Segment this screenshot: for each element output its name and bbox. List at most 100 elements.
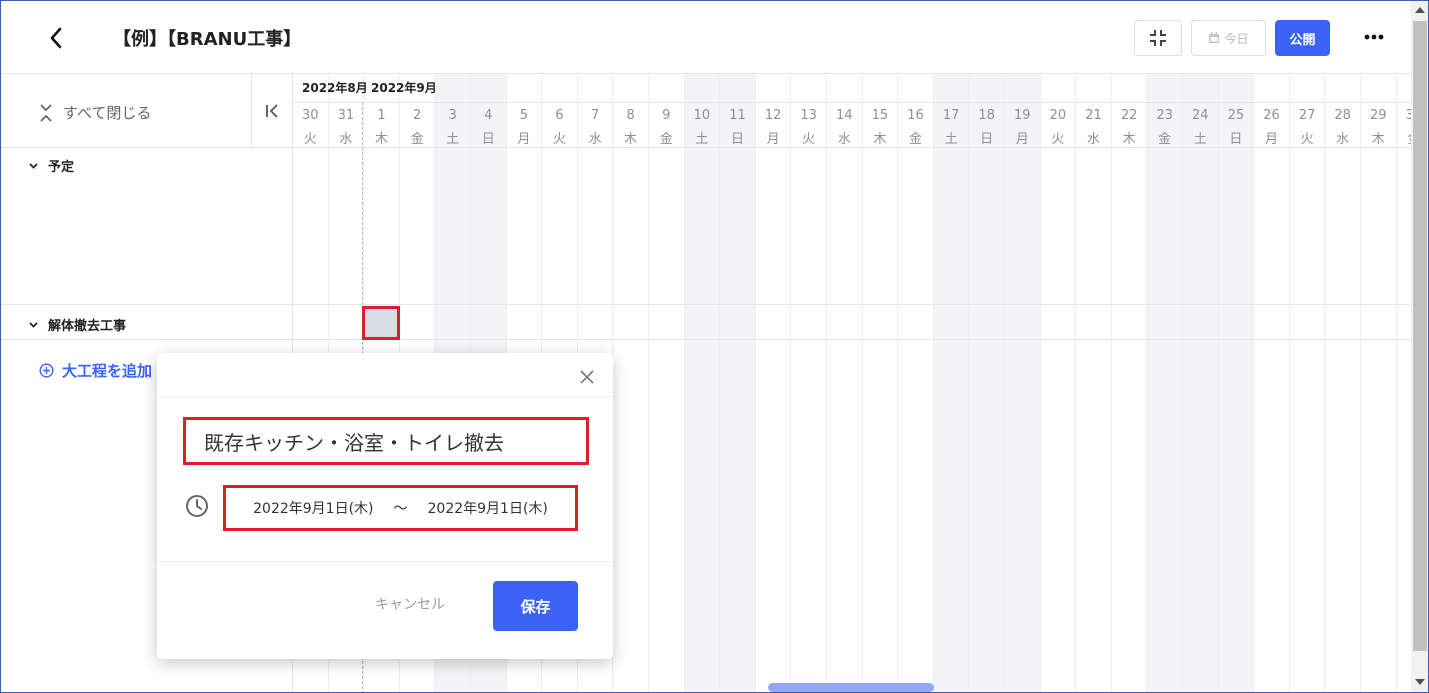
- today-button[interactable]: 今日: [1191, 20, 1266, 56]
- add-process-button[interactable]: 大工程を追加: [39, 360, 152, 381]
- day-number: 10: [693, 108, 711, 123]
- month-label: 2022年9月: [371, 81, 437, 95]
- close-icon: [580, 370, 594, 384]
- day-weekday: 水: [1086, 132, 1100, 147]
- day-column[interactable]: 29 木: [1361, 74, 1397, 692]
- day-number: 12: [764, 108, 782, 123]
- day-weekday: 火: [802, 132, 816, 147]
- day-weekday: 火: [1051, 132, 1065, 147]
- close-button[interactable]: [575, 365, 599, 389]
- day-column[interactable]: 23 金: [1147, 74, 1183, 692]
- day-column[interactable]: 21 水: [1076, 74, 1112, 692]
- day-weekday: 土: [1193, 132, 1207, 147]
- day-number: 5: [519, 108, 529, 123]
- scroll-thumb[interactable]: [1413, 21, 1427, 651]
- day-column[interactable]: 14 水: [827, 74, 863, 692]
- day-number: 1: [377, 108, 386, 123]
- day-column[interactable]: 10 土: [684, 74, 721, 692]
- day-weekday: 木: [624, 132, 638, 147]
- day-weekday: 火: [1300, 132, 1314, 147]
- day-weekday: 木: [1371, 132, 1385, 147]
- day-number: 6: [555, 108, 564, 123]
- day-number: 27: [1298, 108, 1316, 123]
- divider: [157, 561, 613, 562]
- day-column[interactable]: 11 日: [720, 74, 756, 692]
- close-all-button[interactable]: すべて閉じる: [39, 102, 151, 123]
- day-column[interactable]: 25 日: [1218, 74, 1255, 692]
- day-column[interactable]: 18 日: [969, 74, 1005, 692]
- panel-collapse-icon: [265, 103, 278, 118]
- day-weekday: 日: [1229, 132, 1243, 147]
- day-column[interactable]: 15 木: [863, 74, 899, 692]
- day-number: 16: [907, 108, 924, 123]
- publish-button[interactable]: 公開: [1275, 20, 1330, 56]
- collapse-panel-button[interactable]: [251, 74, 293, 147]
- chevron-down-icon: [29, 162, 38, 169]
- cancel-button[interactable]: キャンセル: [355, 585, 465, 623]
- day-column[interactable]: 24 土: [1183, 74, 1219, 692]
- scroll-up-icon[interactable]: [1415, 7, 1425, 13]
- day-column[interactable]: 13 火: [791, 74, 827, 692]
- day-column[interactable]: 30 金: [1397, 74, 1411, 692]
- vertical-scrollbar[interactable]: [1411, 1, 1428, 692]
- expand-collapse-icon: [40, 103, 52, 122]
- day-weekday: 木: [1122, 132, 1136, 147]
- day-number: 20: [1049, 108, 1067, 123]
- day-column[interactable]: 26 月: [1254, 74, 1290, 692]
- close-all-label: すべて閉じる: [63, 104, 152, 122]
- day-weekday: 土: [446, 132, 460, 147]
- horizontal-scroll-thumb[interactable]: [768, 683, 934, 692]
- day-weekday: 月: [1264, 132, 1278, 147]
- back-button[interactable]: [39, 21, 73, 55]
- more-menu-button[interactable]: [1357, 23, 1391, 51]
- day-column[interactable]: 17 土: [933, 74, 970, 692]
- day-number: 26: [1263, 108, 1280, 123]
- group-label: 解体撤去工事: [48, 319, 127, 334]
- task-name-input[interactable]: 既存キッチン・浴室・トイレ撤去: [183, 417, 589, 465]
- shrink-view-button[interactable]: [1134, 20, 1182, 56]
- day-number: 30: [302, 108, 319, 123]
- day-weekday: 日: [730, 132, 744, 147]
- day-number: 3: [448, 108, 457, 123]
- group-demolition[interactable]: 解体撤去工事: [29, 315, 126, 334]
- start-date[interactable]: 2022年9月1日(木): [253, 498, 373, 518]
- day-weekday: 水: [588, 132, 602, 147]
- day-weekday: 土: [944, 132, 958, 147]
- clock-icon: [185, 494, 209, 522]
- divider: [157, 396, 613, 397]
- day-number: 29: [1370, 108, 1387, 123]
- day-column[interactable]: 27 火: [1290, 74, 1326, 692]
- day-column[interactable]: 19 月: [1005, 74, 1041, 692]
- day-column[interactable]: 8木: [613, 74, 649, 692]
- date-range-field[interactable]: 2022年9月1日(木) ～ 2022年9月1日(木): [223, 485, 578, 531]
- end-date[interactable]: 2022年9月1日(木): [428, 498, 548, 518]
- day-number: 22: [1120, 108, 1138, 123]
- day-number: 25: [1227, 108, 1245, 123]
- group-yotei[interactable]: 予定: [29, 156, 74, 175]
- scroll-down-icon[interactable]: [1415, 679, 1425, 685]
- day-weekday: 金: [908, 132, 922, 147]
- more-dots-icon: [1364, 34, 1384, 40]
- task-cell-selected[interactable]: [362, 306, 400, 340]
- save-button[interactable]: 保存: [493, 581, 578, 631]
- month-label: 2022年8月: [302, 81, 368, 95]
- day-weekday: 日: [481, 132, 495, 147]
- day-weekday: 水: [1336, 132, 1350, 147]
- day-number: 30: [1397, 108, 1411, 123]
- divider: [1, 304, 293, 305]
- day-column[interactable]: 22 木: [1112, 74, 1148, 692]
- day-weekday: 水: [339, 132, 353, 147]
- day-number: 21: [1085, 108, 1102, 123]
- day-weekday: 月: [517, 132, 531, 147]
- day-number: 31: [337, 108, 355, 123]
- day-column[interactable]: 28 水: [1325, 74, 1361, 692]
- day-number: 9: [662, 108, 671, 123]
- day-column[interactable]: 9金: [649, 74, 685, 692]
- day-column[interactable]: 16 金: [898, 74, 934, 692]
- day-number: 28: [1334, 108, 1351, 123]
- day-column[interactable]: 12 月: [756, 74, 792, 692]
- divider: [293, 102, 1411, 103]
- group-label: 予定: [48, 160, 75, 175]
- day-number: 18: [978, 108, 995, 123]
- day-column[interactable]: 20 火: [1041, 74, 1077, 692]
